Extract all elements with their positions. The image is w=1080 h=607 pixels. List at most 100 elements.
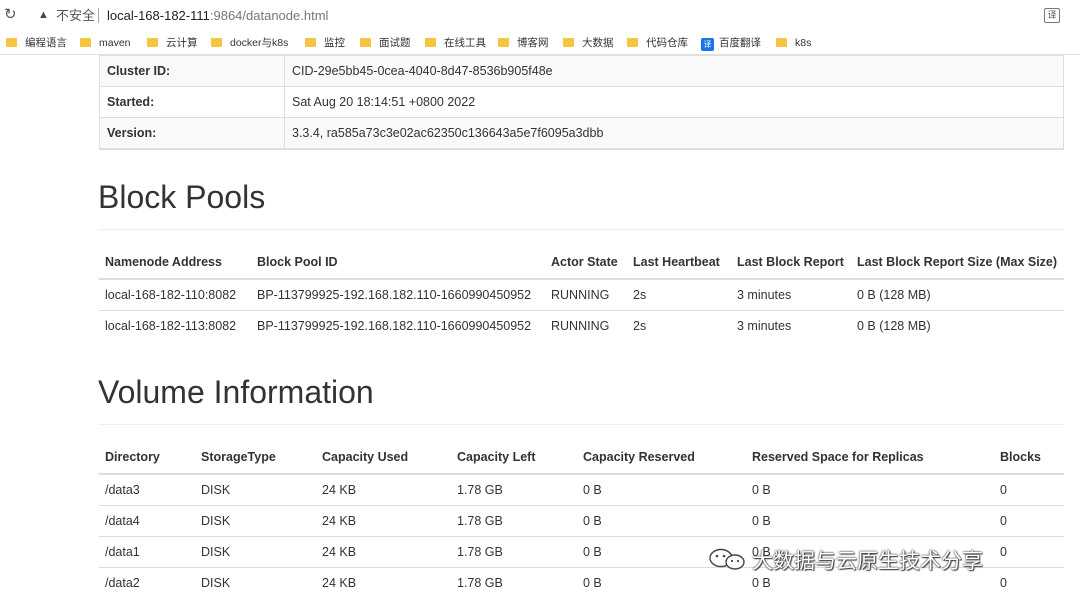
bookmark-item[interactable]: maven [80,36,131,51]
folder-icon [776,38,787,47]
table-row: local-168-182-110:8082 BP-113799925-192.… [99,278,1064,310]
column-header: Last Block Report [731,246,851,280]
table-cell: /data2 [99,566,195,598]
column-header: StorageType [195,441,316,475]
folder-icon [498,38,509,47]
table-header-row: Directory StorageType Capacity Used Capa… [99,441,1064,475]
insecure-label[interactable]: 不安全 [56,7,95,24]
column-header: Blocks [994,441,1064,475]
table-cell: 0 [994,535,1064,567]
table-cell: /data4 [99,504,195,536]
table-row: /data4 DISK 24 KB 1.78 GB 0 B 0 B 0 [99,504,1064,536]
bookmark-item[interactable]: 在线工具 [425,36,486,51]
bookmarks-bar: 编程语言 maven 云计算 docker与k8s 监控 面试题 在线工具 博客… [0,31,1080,55]
folder-icon [627,38,638,47]
column-header: Reserved Space for Replicas [746,441,994,475]
block-pools-table: Namenode Address Block Pool ID Actor Sta… [99,246,1064,341]
bookmark-item[interactable]: 博客网 [498,36,549,51]
translate-icon: 译 [701,38,714,51]
volume-information-heading: Volume Information [98,374,374,410]
table-cell: 24 KB [316,566,451,598]
table-cell: DISK [195,473,316,505]
table-cell: local-168-182-110:8082 [99,278,251,310]
table-cell: 2s [627,278,731,310]
bookmark-label: 代码仓库 [646,37,688,49]
bookmark-label: 编程语言 [25,37,67,49]
column-header: Capacity Used [316,441,451,475]
table-cell: 1.78 GB [451,504,577,536]
bookmark-item[interactable]: 译百度翻译 [701,36,761,51]
table-cell: local-168-182-113:8082 [99,309,251,341]
table-cell: 1.78 GB [451,473,577,505]
table-cell: 2s [627,309,731,341]
translate-icon[interactable]: 译 [1044,8,1060,23]
section-divider [98,229,1064,230]
table-row: local-168-182-113:8082 BP-113799925-192.… [99,309,1064,341]
bookmark-item[interactable]: 编程语言 [6,36,67,51]
bookmark-item[interactable]: 云计算 [147,36,198,51]
table-cell: 0 B [577,504,746,536]
bookmark-label: 大数据 [582,37,614,49]
table-cell: DISK [195,504,316,536]
table-cell: 0 [994,504,1064,536]
url-field[interactable]: local-168-182-111:9864/datanode.html [107,7,328,24]
bookmark-item[interactable]: docker与k8s [211,36,288,51]
datanode-info-table: Cluster ID: CID-29e5bb45-0cea-4040-8d47-8… [99,55,1064,150]
folder-icon [147,38,158,47]
table-cell: 0 [994,473,1064,505]
info-label: Started: [99,86,285,118]
watermark: 大数据与云原生技术分享 [708,544,983,573]
bookmark-item[interactable]: 代码仓库 [627,36,688,51]
bookmark-label: docker与k8s [230,37,289,49]
bookmark-item[interactable]: 大数据 [563,36,614,51]
info-value: 3.3.4, ra585a73c3e02ac62350c136643a5e7f6… [284,117,1064,150]
table-cell: 3 minutes [731,278,851,310]
info-value: Sat Aug 20 18:14:51 +0800 2022 [284,86,1064,118]
table-cell: 24 KB [316,535,451,567]
block-pools-heading: Block Pools [98,179,266,215]
bookmark-item[interactable]: 面试题 [360,36,411,51]
url-host: local-168-182-111 [107,8,210,23]
bookmark-item[interactable]: 监控 [305,36,345,51]
table-cell: BP-113799925-192.168.182.110-16609904509… [251,309,545,341]
url-path: :9864/datanode.html [209,8,329,23]
bookmark-label: 云计算 [166,37,198,49]
folder-icon [563,38,574,47]
bookmark-label: maven [99,37,131,49]
folder-icon [425,38,436,47]
column-header: Actor State [545,246,627,280]
info-row: Version: 3.3.4, ra585a73c3e02ac62350c1366… [99,117,1064,150]
table-cell: 0 B [577,473,746,505]
table-cell: RUNNING [545,278,627,310]
folder-icon [80,38,91,47]
bookmark-label: 面试题 [379,37,411,49]
address-separator [98,8,99,23]
info-value: CID-29e5bb45-0cea-4040-8d47-8536b905f48e [284,55,1064,87]
bookmark-label: k8s [795,37,812,49]
table-cell: 1.78 GB [451,566,577,598]
section-divider [98,424,1064,425]
table-cell: 0 B (128 MB) [851,309,1064,341]
reload-icon[interactable]: ↻ [4,6,20,24]
bookmark-label: 百度翻译 [719,37,761,49]
table-cell: 1.78 GB [451,535,577,567]
folder-icon [6,38,17,47]
column-header: Last Heartbeat [627,246,731,280]
page-content: Cluster ID: CID-29e5bb45-0cea-4040-8d47-8… [0,55,1080,607]
table-cell: /data3 [99,473,195,505]
column-header: Namenode Address [99,246,251,280]
table-cell: 0 B [746,504,994,536]
address-bar: ↻ ▲ 不安全 local-168-182-111:9864/datanode.… [0,0,1080,31]
table-cell: DISK [195,566,316,598]
folder-icon [211,38,222,47]
bookmark-item[interactable]: k8s [776,36,811,51]
table-header-row: Namenode Address Block Pool ID Actor Sta… [99,246,1064,280]
column-header: Block Pool ID [251,246,545,280]
info-row: Started: Sat Aug 20 18:14:51 +0800 2022 [99,86,1064,118]
table-cell: 3 minutes [731,309,851,341]
table-cell: 24 KB [316,473,451,505]
table-cell: RUNNING [545,309,627,341]
table-cell: BP-113799925-192.168.182.110-16609904509… [251,278,545,310]
warning-icon[interactable]: ▲ [38,9,50,21]
table-cell: 0 B (128 MB) [851,278,1064,310]
